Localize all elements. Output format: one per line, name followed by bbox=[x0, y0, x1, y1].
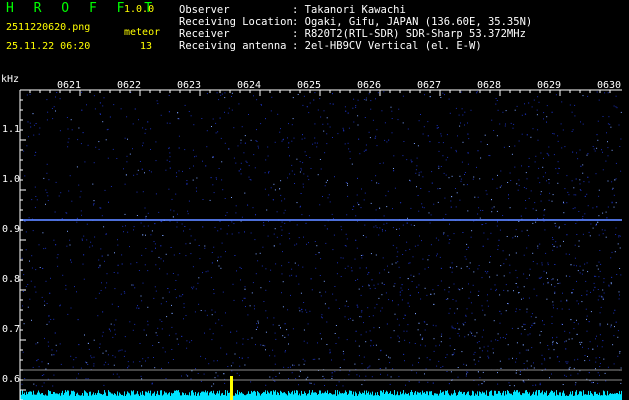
time-tick-label: 0626 bbox=[357, 80, 382, 91]
antenna-key: Receiving antenna bbox=[179, 40, 287, 52]
y-tick-label: 0.6 bbox=[2, 374, 21, 385]
time-tick-label: 0630 bbox=[597, 80, 622, 91]
time-tick-label: 0624 bbox=[237, 80, 262, 91]
antenna-value: : 2el-HB9CV Vertical (el. E-W) bbox=[292, 40, 482, 52]
spectrogram bbox=[0, 78, 629, 400]
meteor-count: 13 bbox=[140, 41, 153, 52]
y-axis-unit: kHz bbox=[1, 74, 20, 85]
time-tick-label: 0621 bbox=[57, 80, 82, 91]
y-tick-label: 0.9 bbox=[2, 224, 21, 235]
app-version: 1.0.0 bbox=[124, 4, 155, 15]
time-tick-label: 0628 bbox=[477, 80, 502, 91]
time-tick-label: 0625 bbox=[297, 80, 322, 91]
time-tick-label: 0623 bbox=[177, 80, 202, 91]
y-tick-label: 1.0 bbox=[2, 174, 21, 185]
spectrogram-background bbox=[0, 78, 629, 400]
y-tick-label: 0.8 bbox=[2, 274, 21, 285]
y-tick-label: 0.7 bbox=[2, 324, 21, 335]
image-filename: 2511220620.png bbox=[6, 22, 91, 33]
meteor-label: meteor bbox=[124, 27, 161, 38]
time-tick-label: 0627 bbox=[417, 80, 442, 91]
carrier-line bbox=[20, 219, 622, 221]
time-tick-label: 0622 bbox=[117, 80, 142, 91]
datetime: 25.11.22 06:20 bbox=[6, 41, 91, 52]
time-tick-label: 0629 bbox=[537, 80, 562, 91]
header-panel: H R O F F T 1.0.0 2511220620.png meteor … bbox=[0, 0, 629, 78]
y-tick-label: 1.1 bbox=[2, 124, 21, 135]
